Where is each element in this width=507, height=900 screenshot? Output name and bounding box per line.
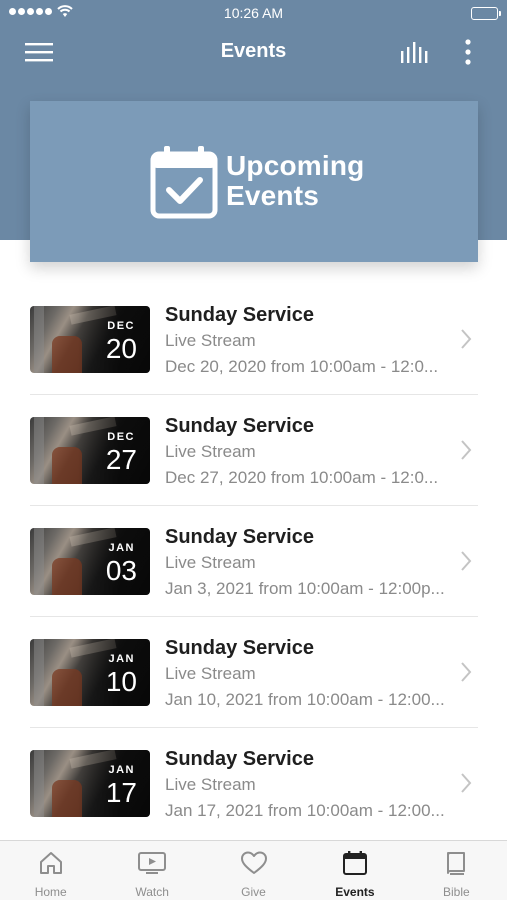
tab-bar: Home Watch Give Events Bible bbox=[0, 840, 507, 900]
heart-icon bbox=[240, 851, 267, 874]
tab-home[interactable]: Home bbox=[0, 841, 101, 900]
calendar-check-icon bbox=[150, 146, 218, 219]
event-date: Dec 27, 2020 from 10:00am - 12:0... bbox=[165, 468, 439, 487]
event-thumbnail: DEC 27 bbox=[30, 417, 150, 484]
home-icon bbox=[39, 852, 62, 874]
nav-bar: Events bbox=[0, 30, 507, 76]
event-day: 10 bbox=[105, 666, 137, 697]
tv-icon bbox=[138, 852, 167, 874]
event-list: DEC 20 Sunday Service Live Stream Dec 20… bbox=[30, 284, 478, 839]
event-month: JAN bbox=[108, 542, 135, 554]
more-options-icon[interactable] bbox=[458, 38, 478, 66]
banner-title: Upcoming Events bbox=[226, 151, 364, 211]
event-thumbnail: JAN 10 bbox=[30, 639, 150, 706]
event-date: Jan 17, 2021 from 10:00am - 12:00... bbox=[165, 801, 445, 820]
event-title: Sunday Service bbox=[165, 526, 314, 548]
tab-label: Watch bbox=[135, 885, 169, 899]
banner-title-line2: Events bbox=[226, 180, 320, 211]
event-day: 20 bbox=[105, 333, 137, 364]
audio-bars-icon[interactable] bbox=[399, 39, 431, 65]
event-row[interactable]: JAN 03 Sunday Service Live Stream Jan 3,… bbox=[30, 506, 478, 617]
event-subtitle: Live Stream bbox=[165, 331, 256, 350]
event-month: JAN bbox=[108, 653, 135, 665]
tab-bible[interactable]: Bible bbox=[406, 841, 507, 900]
event-thumbnail: JAN 03 bbox=[30, 528, 150, 595]
event-thumbnail: JAN 17 bbox=[30, 750, 150, 817]
tab-label: Events bbox=[335, 885, 375, 899]
event-subtitle: Live Stream bbox=[165, 775, 256, 794]
event-row[interactable]: JAN 10 Sunday Service Live Stream Jan 10… bbox=[30, 617, 478, 728]
tab-label: Bible bbox=[442, 885, 470, 899]
chevron-right-icon bbox=[461, 440, 472, 460]
event-row[interactable]: JAN 17 Sunday Service Live Stream Jan 17… bbox=[30, 728, 478, 839]
tab-label: Give bbox=[241, 885, 266, 899]
event-subtitle: Live Stream bbox=[165, 553, 256, 572]
tab-give[interactable]: Give bbox=[203, 841, 304, 900]
event-month: JAN bbox=[108, 764, 135, 776]
event-row[interactable]: DEC 27 Sunday Service Live Stream Dec 27… bbox=[30, 395, 478, 506]
chevron-right-icon bbox=[461, 773, 472, 793]
status-bar: 10:26 AM bbox=[0, 0, 507, 28]
battery-icon bbox=[471, 7, 501, 20]
event-date: Dec 20, 2020 from 10:00am - 12:0... bbox=[165, 357, 439, 376]
event-month: DEC bbox=[107, 431, 135, 443]
event-title: Sunday Service bbox=[165, 748, 314, 770]
tab-events[interactable]: Events bbox=[304, 841, 405, 900]
event-day: 17 bbox=[105, 777, 137, 808]
event-row[interactable]: DEC 20 Sunday Service Live Stream Dec 20… bbox=[30, 284, 478, 395]
chevron-right-icon bbox=[461, 329, 472, 349]
tab-label: Home bbox=[34, 885, 67, 899]
event-date: Jan 10, 2021 from 10:00am - 12:00... bbox=[165, 690, 445, 709]
banner-title-line1: Upcoming bbox=[226, 150, 365, 181]
event-title: Sunday Service bbox=[165, 304, 314, 326]
upcoming-events-banner: Upcoming Events bbox=[30, 101, 478, 262]
event-month: DEC bbox=[107, 320, 135, 332]
event-date: Jan 3, 2021 from 10:00am - 12:00p... bbox=[165, 579, 445, 598]
book-icon bbox=[447, 852, 466, 875]
calendar-icon bbox=[342, 851, 367, 875]
event-subtitle: Live Stream bbox=[165, 442, 256, 461]
chevron-right-icon bbox=[461, 662, 472, 682]
tab-watch[interactable]: Watch bbox=[101, 841, 202, 900]
event-title: Sunday Service bbox=[165, 637, 314, 659]
event-day: 03 bbox=[105, 555, 137, 586]
event-day: 27 bbox=[105, 444, 137, 475]
chevron-right-icon bbox=[461, 551, 472, 571]
event-thumbnail: DEC 20 bbox=[30, 306, 150, 373]
event-title: Sunday Service bbox=[165, 415, 314, 437]
event-subtitle: Live Stream bbox=[165, 664, 256, 683]
status-time: 10:26 AM bbox=[223, 5, 284, 21]
